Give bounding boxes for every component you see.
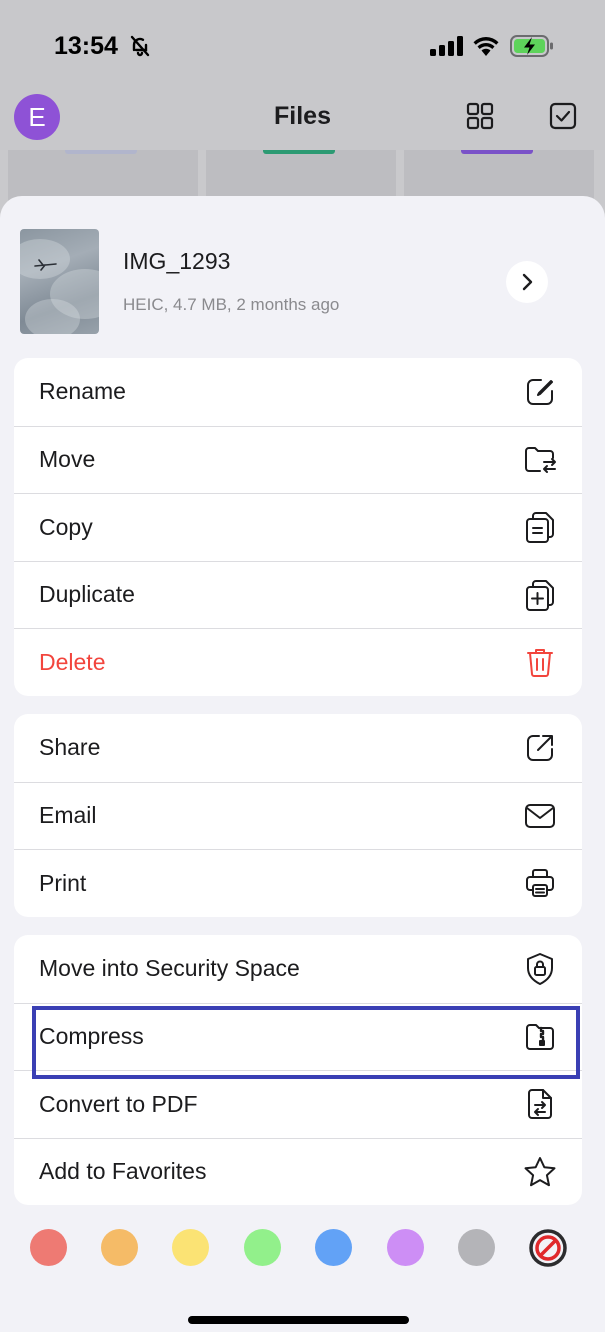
color-tag-purple[interactable] [387,1229,424,1266]
status-bar: 13:54 [0,0,605,90]
menu-item-label: Print [39,869,87,896]
menu-item-convert-pdf[interactable]: Convert to PDF [14,1070,582,1138]
menu-item-compress[interactable]: Compress [14,1002,582,1071]
home-indicator [188,1316,409,1324]
trash-icon [523,645,557,679]
color-tag-red[interactable] [30,1229,67,1266]
menu-item-label: Convert to PDF [39,1090,198,1117]
chevron-right-icon [522,273,533,291]
menu-item-favorites[interactable]: Add to Favorites [14,1137,582,1206]
action-sheet: IMG_1293 HEIC, 4.7 MB, 2 months ago Rena… [0,196,605,1332]
menu-item-label: Move [39,446,96,473]
color-tag-gray[interactable] [458,1229,495,1266]
file-header[interactable]: IMG_1293 HEIC, 4.7 MB, 2 months ago [0,196,605,346]
star-icon [523,1155,557,1189]
signal-icon [430,36,464,61]
menu-item-label: Delete [39,648,106,675]
menu-item-label: Email [39,802,97,829]
menu-item-label: Duplicate [39,581,135,608]
airplane-icon [34,259,57,271]
menu-item-email[interactable]: Email [14,781,582,850]
menu-item-label: Compress [39,1023,144,1050]
color-tag-green[interactable] [244,1229,281,1266]
battery-charging-icon [510,34,554,63]
wifi-icon [472,34,500,61]
menu-item-delete[interactable]: Delete [14,628,582,696]
file-thumbnail [20,229,99,334]
nav-bar: E Files [0,90,605,150]
menu-group-share: Share Email Print [14,714,582,917]
no-tag-icon[interactable] [529,1229,567,1272]
zip-folder-icon [523,1020,557,1054]
share-icon [523,731,557,765]
duplicate-icon [523,578,557,612]
menu-item-label: Copy [39,513,93,540]
menu-item-move[interactable]: Move [14,425,582,494]
copy-icon [523,510,557,544]
menu-item-label: Add to Favorites [39,1158,207,1185]
menu-group-file-actions: Rename Move Copy Duplicate Delete [14,358,582,696]
color-tag-orange[interactable] [101,1229,138,1266]
color-tag-blue[interactable] [315,1229,352,1266]
color-tag-row [0,1226,605,1270]
shield-lock-icon [523,952,557,986]
color-tag-yellow[interactable] [172,1229,209,1266]
menu-item-label: Move into Security Space [39,955,300,982]
menu-item-security-space[interactable]: Move into Security Space [14,935,582,1003]
bell-slash-icon [128,34,152,63]
menu-item-print[interactable]: Print [14,849,582,917]
mail-icon [523,799,557,833]
edit-icon [523,375,557,409]
folder-move-icon [523,443,557,477]
select-checkbox-icon[interactable] [549,102,577,135]
menu-item-share[interactable]: Share [14,714,582,782]
menu-item-label: Share [39,734,101,761]
status-time: 13:54 [54,32,118,60]
menu-item-label: Rename [39,378,126,405]
file-details-button[interactable] [506,261,548,303]
menu-item-duplicate[interactable]: Duplicate [14,560,582,629]
convert-doc-icon [523,1087,557,1121]
menu-group-more: Move into Security Space Compress Conver… [14,935,582,1205]
printer-icon [523,866,557,900]
file-meta: HEIC, 4.7 MB, 2 months ago [123,295,340,314]
page-title: Files [274,102,331,130]
grid-icon[interactable] [466,102,494,135]
file-name: IMG_1293 [123,248,231,274]
menu-item-copy[interactable]: Copy [14,493,582,561]
menu-item-rename[interactable]: Rename [14,358,582,426]
